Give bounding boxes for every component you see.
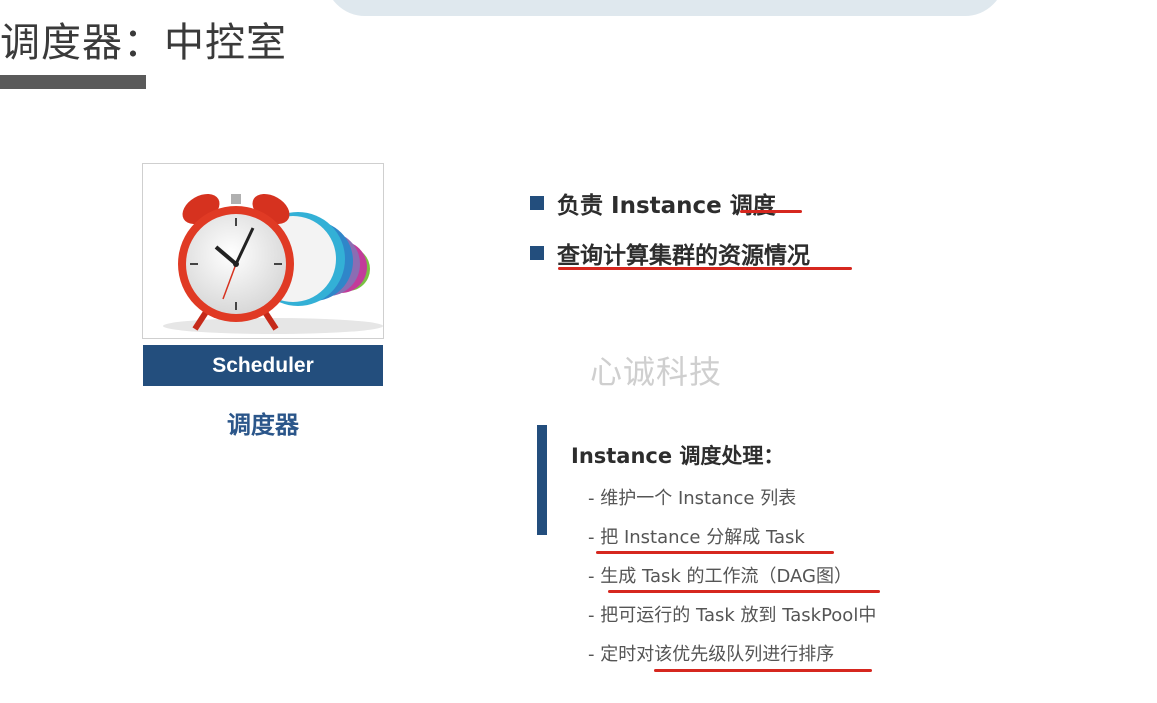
top-banner <box>325 0 1005 16</box>
red-underline <box>654 669 872 672</box>
scheduler-label: Scheduler <box>143 345 383 386</box>
red-underline <box>558 267 852 270</box>
section-heading: Instance 调度处理： <box>571 444 785 468</box>
bullet-item: 查询计算集群的资源情况 <box>530 228 852 278</box>
list-item-text: - 生成 Task 的工作流（DAG图） <box>588 566 852 587</box>
list-item: - 把 Instance 分解成 Task <box>588 520 876 559</box>
list-item: - 定时对该优先级队列进行排序 <box>588 637 876 676</box>
scheduler-caption: 调度器 <box>227 411 299 439</box>
sub-list: - 维护一个 Instance 列表 - 把 Instance 分解成 Task… <box>588 481 880 676</box>
list-item: - 把可运行的 Task 放到 TaskPool中 <box>588 605 877 626</box>
bullet-list: 负责 Instance 调度 查询计算集群的资源情况 <box>530 178 852 278</box>
alarm-clock-icon <box>163 193 383 334</box>
list-item-text: - 把 Instance 分解成 Task <box>588 527 805 548</box>
red-underline <box>740 210 802 213</box>
alarm-clock-image <box>142 163 384 339</box>
list-item: - 维护一个 Instance 列表 <box>588 488 797 509</box>
red-underline <box>596 551 834 554</box>
list-item-text: - 定时对该优先级队列进行排序 <box>588 644 835 665</box>
list-item: - 生成 Task 的工作流（DAG图） <box>588 559 880 598</box>
bullet-square-icon <box>530 246 544 260</box>
red-underline <box>608 590 880 593</box>
bullet-text: 查询计算集群的资源情况 <box>557 243 810 269</box>
watermark: 心诚科技 <box>590 353 723 391</box>
page-title: 调度器：中控室 <box>0 20 287 66</box>
title-rule <box>0 75 146 89</box>
bullet-text: 负责 Instance 调度 <box>557 193 776 219</box>
section-accent-bar <box>537 425 547 535</box>
bullet-square-icon <box>530 196 544 210</box>
bullet-item: 负责 Instance 调度 <box>530 178 810 228</box>
